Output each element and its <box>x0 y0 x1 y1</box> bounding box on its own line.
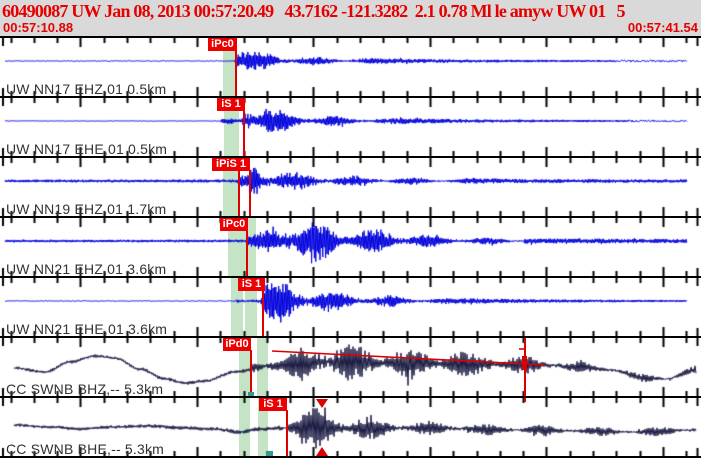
pick-line[interactable] <box>246 230 248 276</box>
trace-panel[interactable]: iS 1 UW NN17 EHE,01 0.5km <box>0 96 701 157</box>
pick-line[interactable] <box>250 350 252 396</box>
station-label: CC SWNB BHZ,-- 5.3km <box>6 381 164 397</box>
trace-panel[interactable]: iPiS 1 UW NN19 EHZ,01 1.7km <box>0 156 701 217</box>
pick-label[interactable]: iS 1 <box>259 398 287 411</box>
trace-panel[interactable]: iPd0 CC SWNB BHZ,-- 5.3km <box>0 336 701 397</box>
pick-line[interactable] <box>238 170 240 216</box>
station-label: UW NN17 EHZ,01 0.5km <box>6 81 167 97</box>
pick-line[interactable] <box>262 290 264 336</box>
time-axis-labels: 00:57:10.88 00:57:41.54 <box>0 21 701 36</box>
station-label: UW NN17 EHE,01 0.5km <box>6 141 168 157</box>
trace-list: iPc0 UW NN17 EHZ,01 0.5km iS 1 UW NN17 EHE,… <box>0 36 701 458</box>
pick-line[interactable] <box>235 50 237 96</box>
trace-panel[interactable]: iS 1 CC SWNB BHE,-- 5.3km <box>0 396 701 458</box>
event-summary-header: 60490087 UW Jan 08, 2013 00:57:20.49 43.… <box>2 1 626 21</box>
station-label: CC SWNB BHE,-- 5.3km <box>6 441 165 457</box>
trace-panel[interactable]: iPc0 UW NN21 EHZ,01 3.6km <box>0 216 701 277</box>
window-end-time: 00:57:41.54 <box>627 20 698 35</box>
pick-label[interactable]: iPd0 <box>223 338 251 351</box>
pick-label[interactable]: iPiS 1 <box>212 158 250 171</box>
seismogram-viewer: { "app": { "title_line": "60490087 UW Ja… <box>0 0 701 458</box>
window-start-time: 00:57:10.88 <box>3 20 74 35</box>
pick-line[interactable] <box>249 170 251 216</box>
station-label: UW NN19 EHZ,01 1.7km <box>6 201 167 217</box>
pick-label[interactable]: iPc0 <box>220 218 248 231</box>
trace-panel[interactable]: iPc0 UW NN17 EHZ,01 0.5km <box>0 36 701 97</box>
pick-label[interactable]: iS 1 <box>238 278 265 291</box>
pick-line[interactable] <box>286 410 288 456</box>
pick-line[interactable] <box>243 110 245 156</box>
station-label: UW NN21 EHE,01 3.6km <box>6 321 168 337</box>
trace-panel[interactable]: iS 1 UW NN21 EHE,01 3.6km <box>0 276 701 337</box>
pick-label[interactable]: iS 1 <box>217 98 245 111</box>
station-label: UW NN21 EHZ,01 3.6km <box>6 261 167 277</box>
pick-label[interactable]: iPc0 <box>208 38 237 51</box>
